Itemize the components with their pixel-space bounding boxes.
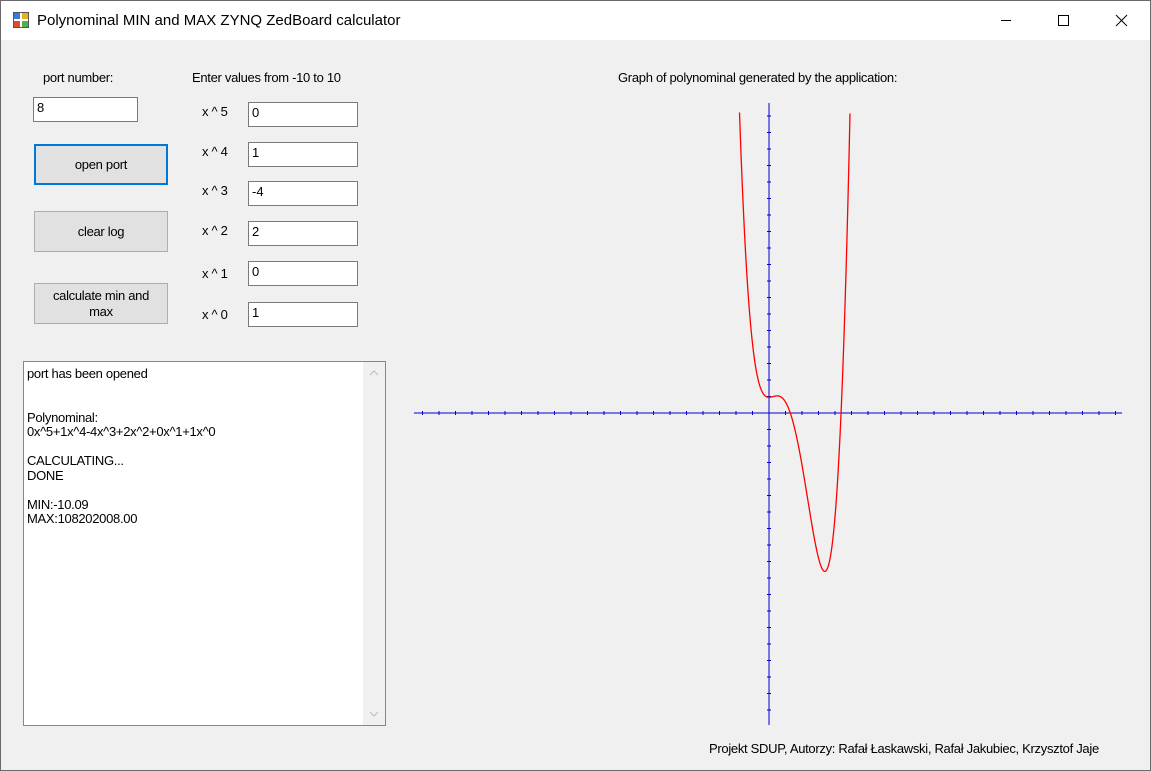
app-icon [13,12,29,28]
polynomial-curve [738,112,851,573]
graph-axes [414,103,1122,725]
window-title: Polynominal MIN and MAX ZYNQ ZedBoard ca… [37,12,401,29]
calculate-min-max-button[interactable]: calculate min and max [34,283,168,324]
log-text: port has been opened Polynominal: 0x^5+1… [27,366,216,526]
minimize-button[interactable] [977,1,1035,40]
polynomial-graph [414,103,1122,725]
coef-input-x3[interactable]: -4 [248,181,358,206]
maximize-button[interactable] [1035,1,1093,40]
chevron-up-icon [369,370,379,376]
graph-title: Graph of polynominal generated by the ap… [618,70,898,85]
port-number-label: port number: [43,70,114,85]
scroll-down-button[interactable] [363,703,385,725]
chevron-down-icon [369,711,379,717]
minimize-icon [1001,20,1011,21]
title-bar[interactable]: Polynominal MIN and MAX ZYNQ ZedBoard ca… [1,1,1150,40]
coef-label-x5: x ^ 5 [202,104,228,119]
coef-label-x0: x ^ 0 [202,307,228,322]
coefficients-header: Enter values from -10 to 10 [192,70,341,85]
log-textarea[interactable]: port has been opened Polynominal: 0x^5+1… [23,361,386,726]
coef-input-x4[interactable]: 1 [248,142,358,167]
clear-log-button[interactable]: clear log [34,211,168,252]
scroll-up-button[interactable] [363,362,385,384]
app-window: Polynominal MIN and MAX ZYNQ ZedBoard ca… [0,0,1151,771]
coef-input-x1[interactable]: 0 [248,261,358,286]
port-number-input[interactable]: 8 [33,97,138,122]
maximize-icon [1058,15,1069,26]
close-icon [1115,14,1128,27]
open-port-button[interactable]: open port [34,144,168,185]
coef-label-x3: x ^ 3 [202,183,228,198]
close-button[interactable] [1093,1,1151,40]
coef-label-x4: x ^ 4 [202,144,228,159]
coef-label-x2: x ^ 2 [202,223,228,238]
footer-credits: Projekt SDUP, Autorzy: Rafał Łaskawski, … [709,741,1099,756]
coef-input-x2[interactable]: 2 [248,221,358,246]
coef-input-x5[interactable]: 0 [248,102,358,127]
coef-input-x0[interactable]: 1 [248,302,358,327]
log-scrollbar[interactable] [363,362,385,725]
coef-label-x1: x ^ 1 [202,266,228,281]
